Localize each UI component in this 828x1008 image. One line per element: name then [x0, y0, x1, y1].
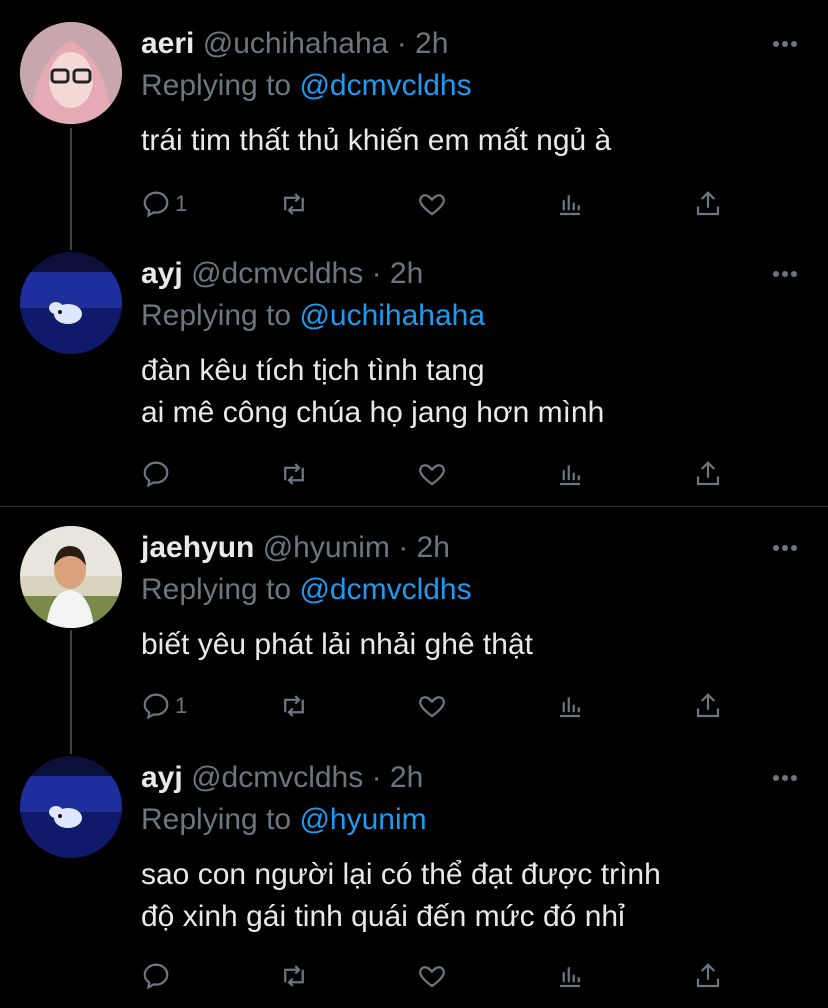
display-name[interactable]: ayj [141, 761, 183, 794]
more-icon[interactable] [772, 774, 798, 782]
analytics-icon [560, 465, 580, 486]
handle[interactable]: @dcmvcldhs [191, 761, 363, 794]
reply-count: 1 [175, 693, 188, 718]
retweet-button[interactable] [279, 688, 309, 724]
like-button[interactable] [417, 186, 447, 222]
analytics-button[interactable] [555, 958, 585, 994]
timestamp[interactable]: · 2h [372, 257, 424, 290]
avatar[interactable] [20, 526, 122, 628]
avatar[interactable] [20, 22, 122, 124]
tweet-text: trái tim thất thủ khiến em mất ngủ à [141, 124, 612, 157]
like-button[interactable] [417, 688, 447, 724]
timestamp[interactable]: · 2h [397, 27, 449, 60]
reply-button[interactable] [141, 456, 175, 492]
reply-icon [143, 963, 169, 990]
reply-icon [143, 693, 169, 720]
share-button[interactable] [693, 456, 723, 492]
display-name[interactable]: ayj [141, 257, 183, 290]
retweet-icon [284, 463, 304, 485]
like-button[interactable] [417, 456, 447, 492]
retweet-icon [284, 695, 304, 717]
tweet-text: đàn kêu tích tịch tình tang ai mê công c… [141, 354, 605, 429]
reply-count: 1 [175, 191, 188, 216]
tweet[interactable]: jaehyun @hyunim · 2h Replying to @dcmvcl… [0, 504, 828, 736]
more-icon[interactable] [772, 270, 798, 278]
mention-link[interactable]: @uchihahaha [299, 299, 485, 332]
more-icon[interactable] [772, 40, 798, 48]
mention-link[interactable]: @dcmvcldhs [299, 573, 471, 606]
timestamp[interactable]: · 2h [372, 761, 424, 794]
heart-icon [419, 464, 445, 486]
replying-to-label: Replying to [141, 299, 292, 332]
mention-link[interactable]: @dcmvcldhs [299, 69, 471, 102]
retweet-button[interactable] [279, 456, 309, 492]
analytics-button[interactable] [555, 186, 585, 222]
reply-button[interactable] [141, 958, 175, 994]
replying-to-label: Replying to [141, 803, 292, 836]
reply-icon [143, 191, 169, 218]
share-button[interactable] [693, 186, 723, 222]
analytics-icon [560, 697, 580, 718]
replying-to-label: Replying to [141, 573, 292, 606]
heart-icon [419, 194, 445, 216]
avatar[interactable] [20, 756, 122, 858]
share-icon [696, 461, 720, 486]
heart-icon [419, 696, 445, 718]
tweet[interactable]: aeri @uchihahaha · 2h Replying to @dcmvc… [0, 0, 828, 232]
share-icon [696, 191, 720, 216]
tweet-text: sao con người lại có thể đạt được trình … [141, 858, 661, 933]
handle[interactable]: @hyunim [263, 531, 390, 564]
more-icon[interactable] [772, 544, 798, 552]
replying-to-label: Replying to [141, 69, 292, 102]
handle[interactable]: @uchihahaha [203, 27, 389, 60]
display-name[interactable]: jaehyun [141, 531, 254, 564]
reply-button[interactable]: 1 [141, 186, 187, 222]
analytics-icon [560, 967, 580, 988]
analytics-icon [560, 195, 580, 216]
share-icon [696, 963, 720, 988]
share-icon [696, 693, 720, 718]
tweet[interactable]: ayj @dcmvcldhs · 2h Replying to @hyunim … [0, 734, 828, 1008]
reply-icon [143, 461, 169, 488]
handle[interactable]: @dcmvcldhs [191, 257, 363, 290]
retweet-button[interactable] [279, 186, 309, 222]
retweet-button[interactable] [279, 958, 309, 994]
mention-link[interactable]: @hyunim [299, 803, 426, 836]
analytics-button[interactable] [555, 688, 585, 724]
timestamp[interactable]: · 2h [398, 531, 450, 564]
display-name[interactable]: aeri [141, 27, 194, 60]
share-button[interactable] [693, 688, 723, 724]
heart-icon [419, 966, 445, 988]
tweet-text: biết yêu phát lải nhải ghê thật [141, 628, 533, 661]
tweet[interactable]: ayj @dcmvcldhs · 2h Replying to @uchihah… [0, 230, 828, 508]
share-button[interactable] [693, 958, 723, 994]
retweet-icon [284, 965, 304, 987]
analytics-button[interactable] [555, 456, 585, 492]
like-button[interactable] [417, 958, 447, 994]
retweet-icon [284, 193, 304, 215]
reply-button[interactable]: 1 [141, 688, 187, 724]
avatar[interactable] [20, 252, 122, 354]
